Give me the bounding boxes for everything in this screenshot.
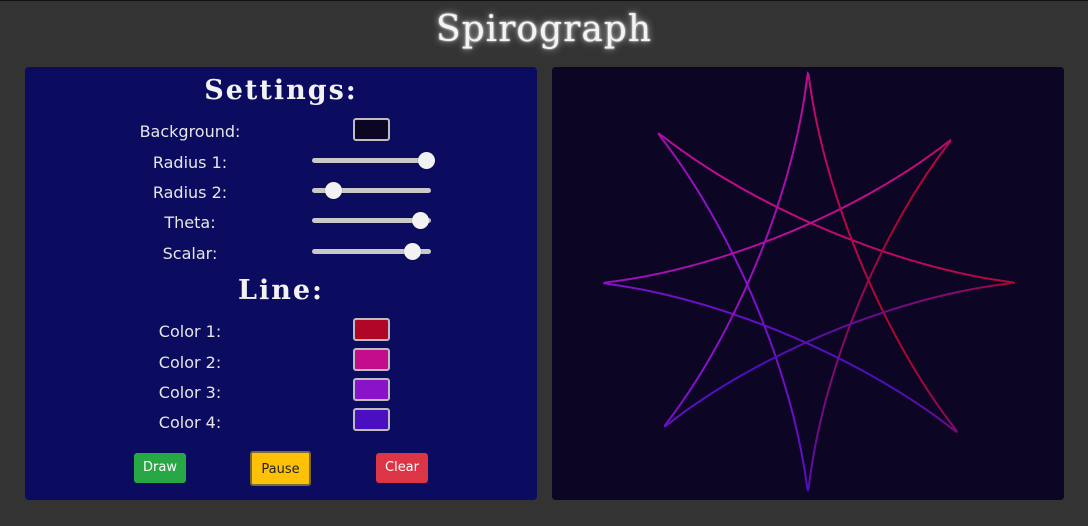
spirograph-canvas[interactable] [552,67,1064,500]
app-title: Spirograph [435,9,653,50]
curve-segment [608,283,618,287]
color4-picker[interactable] [353,408,390,431]
color3-label: Color 3: [158,383,222,402]
theta-slider[interactable] [312,212,431,229]
clear-button[interactable]: Clear [376,453,428,483]
draw-button[interactable]: Draw [134,453,186,483]
app-page: Spirograph Settings: Background: Radius … [0,0,1088,526]
scalar-slider[interactable] [312,243,431,260]
color3-picker[interactable] [353,378,390,401]
radius2-slider-thumb[interactable] [325,182,343,199]
color4-label: Color 4: [158,413,222,432]
background-color-picker[interactable] [353,118,390,141]
curve-segment [609,279,620,283]
canvas-background [552,67,1064,500]
radius1-label: Radius 1: [152,153,228,172]
settings-heading: Settings: [204,75,358,106]
line-heading: Line: [237,275,325,306]
color2-picker[interactable] [353,348,390,371]
spirograph-drawing [552,67,1064,500]
curve-segment [1007,282,1011,285]
curve-segment [808,474,812,485]
color1-picker[interactable] [353,318,390,341]
scalar-slider-thumb[interactable] [403,243,421,260]
radius1-slider[interactable] [312,152,436,169]
curve-segment [1000,279,1010,283]
theta-slider-thumb[interactable] [412,212,430,229]
settings-panel: Settings: Background: Radius 1: Radius 2… [25,67,537,500]
color1-label: Color 1: [158,322,222,341]
radius2-label: Radius 2: [152,183,228,202]
pause-button[interactable]: Pause [250,451,311,486]
curve-segment [804,79,808,89]
radius1-slider-thumb[interactable] [418,152,436,169]
curve-segment [808,78,812,88]
color2-label: Color 2: [158,353,222,372]
theta-label: Theta: [164,213,216,232]
scalar-label: Scalar: [162,244,218,263]
radius2-slider[interactable] [312,182,431,199]
curve-segment [804,476,808,486]
background-label: Background: [139,122,241,141]
curve-segment [995,283,1005,287]
